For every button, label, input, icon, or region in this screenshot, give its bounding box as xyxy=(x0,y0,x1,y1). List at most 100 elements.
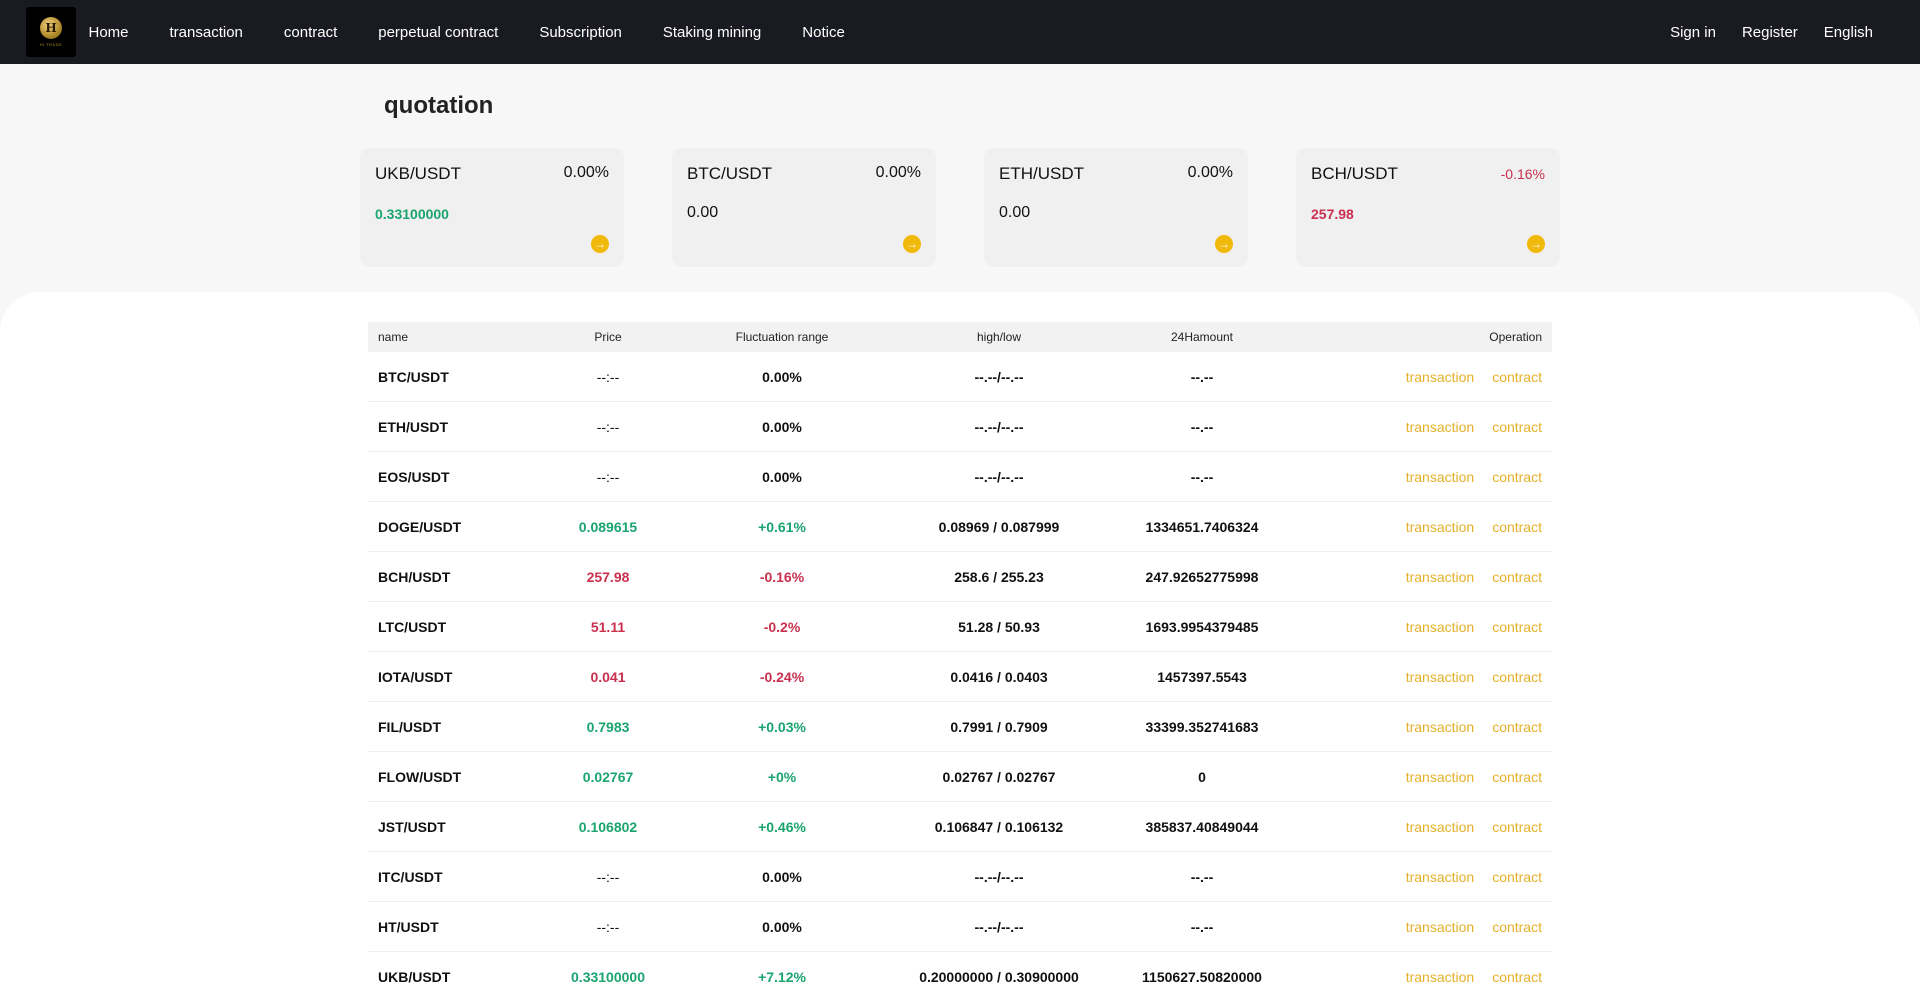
card-pair: BTC/USDT xyxy=(687,164,772,183)
row-amount: --.-- xyxy=(1190,368,1214,385)
quote-card-bch[interactable]: BCH/USDT -0.16% 257.98 → xyxy=(1296,148,1560,267)
table-row[interactable]: ITC/USDT --:-- 0.00% --.--/--.-- --.-- transa… xyxy=(368,852,1552,902)
table-row[interactable]: IOTA/USDT 0.041 -0.24% 0.0416 / 0.0403 14573… xyxy=(368,652,1552,702)
contract-link[interactable]: contract xyxy=(1492,469,1542,485)
table-row[interactable]: BTC/USDT --:-- 0.00% --.--/--.-- --.-- transa… xyxy=(368,352,1552,402)
row-pair: BTC/USDT xyxy=(378,368,449,385)
contract-link[interactable]: contract xyxy=(1492,619,1542,635)
row-price: 0.33100000 xyxy=(571,968,645,985)
table-row[interactable]: ETH/USDT --:-- 0.00% --.--/--.-- --.-- transa… xyxy=(368,402,1552,452)
transaction-link[interactable]: transaction xyxy=(1406,469,1474,485)
card-pair: ETH/USDT xyxy=(999,164,1084,183)
row-operations: transaction contract xyxy=(1312,569,1552,585)
row-change: 0.00% xyxy=(762,868,802,885)
row-operations: transaction contract xyxy=(1312,519,1552,535)
transaction-link[interactable]: transaction xyxy=(1406,569,1474,585)
header-fluctuation: Fluctuation range xyxy=(735,330,829,344)
contract-link[interactable]: contract xyxy=(1492,419,1542,435)
transaction-link[interactable]: transaction xyxy=(1406,869,1474,885)
row-pair: DOGE/USDT xyxy=(378,518,462,535)
contract-link[interactable]: contract xyxy=(1492,669,1542,685)
transaction-link[interactable]: transaction xyxy=(1406,419,1474,435)
row-highlow: 0.7991 / 0.7909 xyxy=(950,718,1048,735)
quote-card-eth[interactable]: ETH/USDT 0.00% 0.00 → xyxy=(984,148,1248,267)
logo-mark: H xyxy=(40,17,62,39)
contract-link[interactable]: contract xyxy=(1492,369,1542,385)
contract-link[interactable]: contract xyxy=(1492,719,1542,735)
header-price: Price xyxy=(594,330,622,344)
transaction-link[interactable]: transaction xyxy=(1406,719,1474,735)
transaction-link[interactable]: transaction xyxy=(1406,769,1474,785)
card-price: 0.33100000 xyxy=(375,206,449,222)
row-operations: transaction contract xyxy=(1312,469,1552,485)
row-highlow: --.--/--.-- xyxy=(974,868,1024,885)
nav-home[interactable]: Home xyxy=(68,24,149,41)
row-price: --:-- xyxy=(596,418,620,435)
market-table: name Price Fluctuation range high/low 24… xyxy=(368,322,1552,993)
transaction-link[interactable]: transaction xyxy=(1406,619,1474,635)
row-pair: IOTA/USDT xyxy=(378,668,453,685)
quote-card-ukb[interactable]: UKB/USDT 0.00% 0.33100000 → xyxy=(360,148,624,267)
register-link[interactable]: Register xyxy=(1729,24,1811,41)
row-operations: transaction contract xyxy=(1312,769,1552,785)
nav-perpetual-contract[interactable]: perpetual contract xyxy=(358,24,519,41)
nav-staking-mining[interactable]: Staking mining xyxy=(642,24,781,41)
main-nav: Home transaction contract perpetual cont… xyxy=(68,0,865,64)
quote-card-btc[interactable]: BTC/USDT 0.00% 0.00 → xyxy=(672,148,936,267)
row-operations: transaction contract xyxy=(1312,919,1552,935)
table-row[interactable]: FIL/USDT 0.7983 +0.03% 0.7991 / 0.7909 33399… xyxy=(368,702,1552,752)
row-pair: BCH/USDT xyxy=(378,568,451,585)
header-amount: 24Hamount xyxy=(1170,330,1234,344)
row-operations: transaction contract xyxy=(1312,619,1552,635)
row-operations: transaction contract xyxy=(1312,669,1552,685)
row-price: --:-- xyxy=(596,468,620,485)
table-row[interactable]: EOS/USDT --:-- 0.00% --.--/--.-- --.-- transa… xyxy=(368,452,1552,502)
row-amount: 0 xyxy=(1198,768,1206,785)
transaction-link[interactable]: transaction xyxy=(1406,519,1474,535)
table-row[interactable]: FLOW/USDT 0.02767 +0% 0.02767 / 0.02767 0 tra… xyxy=(368,752,1552,802)
transaction-link[interactable]: transaction xyxy=(1406,369,1474,385)
sign-in-link[interactable]: Sign in xyxy=(1657,24,1729,41)
table-row[interactable]: JST/USDT 0.106802 +0.46% 0.106847 / 0.10613… xyxy=(368,802,1552,852)
nav-contract[interactable]: contract xyxy=(263,24,357,41)
transaction-link[interactable]: transaction xyxy=(1406,969,1474,985)
row-amount: --.-- xyxy=(1190,918,1214,935)
row-price: 0.041 xyxy=(590,668,626,685)
row-operations: transaction contract xyxy=(1312,419,1552,435)
row-amount: 1150627.50820000 xyxy=(1142,968,1262,985)
contract-link[interactable]: contract xyxy=(1492,969,1542,985)
row-highlow: 0.20000000 / 0.30900000 xyxy=(919,968,1079,985)
contract-link[interactable]: contract xyxy=(1492,919,1542,935)
table-row[interactable]: LTC/USDT 51.11 -0.2% 51.28 / 50.93 1693.9954… xyxy=(368,602,1552,652)
arrow-right-icon[interactable]: → xyxy=(591,235,609,253)
row-pair: UKB/USDT xyxy=(378,968,451,985)
row-pair: ETH/USDT xyxy=(378,418,448,435)
nav-subscription[interactable]: Subscription xyxy=(519,24,643,41)
table-row[interactable]: DOGE/USDT 0.089615 +0.61% 0.08969 / 0.08799… xyxy=(368,502,1552,552)
card-change: 0.00% xyxy=(875,164,921,181)
arrow-right-icon[interactable]: → xyxy=(1527,235,1545,253)
table-row[interactable]: UKB/USDT 0.33100000 +7.12% 0.20000000 / 0.3… xyxy=(368,952,1552,993)
nav-transaction[interactable]: transaction xyxy=(149,24,263,41)
row-operations: transaction contract xyxy=(1312,719,1552,735)
row-price: 0.106802 xyxy=(578,818,638,835)
arrow-right-icon[interactable]: → xyxy=(1215,235,1233,253)
transaction-link[interactable]: transaction xyxy=(1406,919,1474,935)
table-row[interactable]: HT/USDT --:-- 0.00% --.--/--.-- --.-- transac… xyxy=(368,902,1552,952)
header-highlow: high/low xyxy=(976,330,1022,344)
table-row[interactable]: BCH/USDT 257.98 -0.16% 258.6 / 255.23 247.92… xyxy=(368,552,1552,602)
contract-link[interactable]: contract xyxy=(1492,869,1542,885)
row-price: 0.089615 xyxy=(578,518,638,535)
quote-cards: UKB/USDT 0.00% 0.33100000 → BTC/USDT 0.0… xyxy=(360,148,1608,267)
contract-link[interactable]: contract xyxy=(1492,519,1542,535)
contract-link[interactable]: contract xyxy=(1492,819,1542,835)
contract-link[interactable]: contract xyxy=(1492,569,1542,585)
arrow-right-icon[interactable]: → xyxy=(903,235,921,253)
card-price: 0.00 xyxy=(687,204,719,221)
transaction-link[interactable]: transaction xyxy=(1406,669,1474,685)
transaction-link[interactable]: transaction xyxy=(1406,819,1474,835)
language-selector[interactable]: English xyxy=(1811,24,1886,41)
row-amount: --.-- xyxy=(1190,468,1214,485)
contract-link[interactable]: contract xyxy=(1492,769,1542,785)
nav-notice[interactable]: Notice xyxy=(782,24,866,41)
